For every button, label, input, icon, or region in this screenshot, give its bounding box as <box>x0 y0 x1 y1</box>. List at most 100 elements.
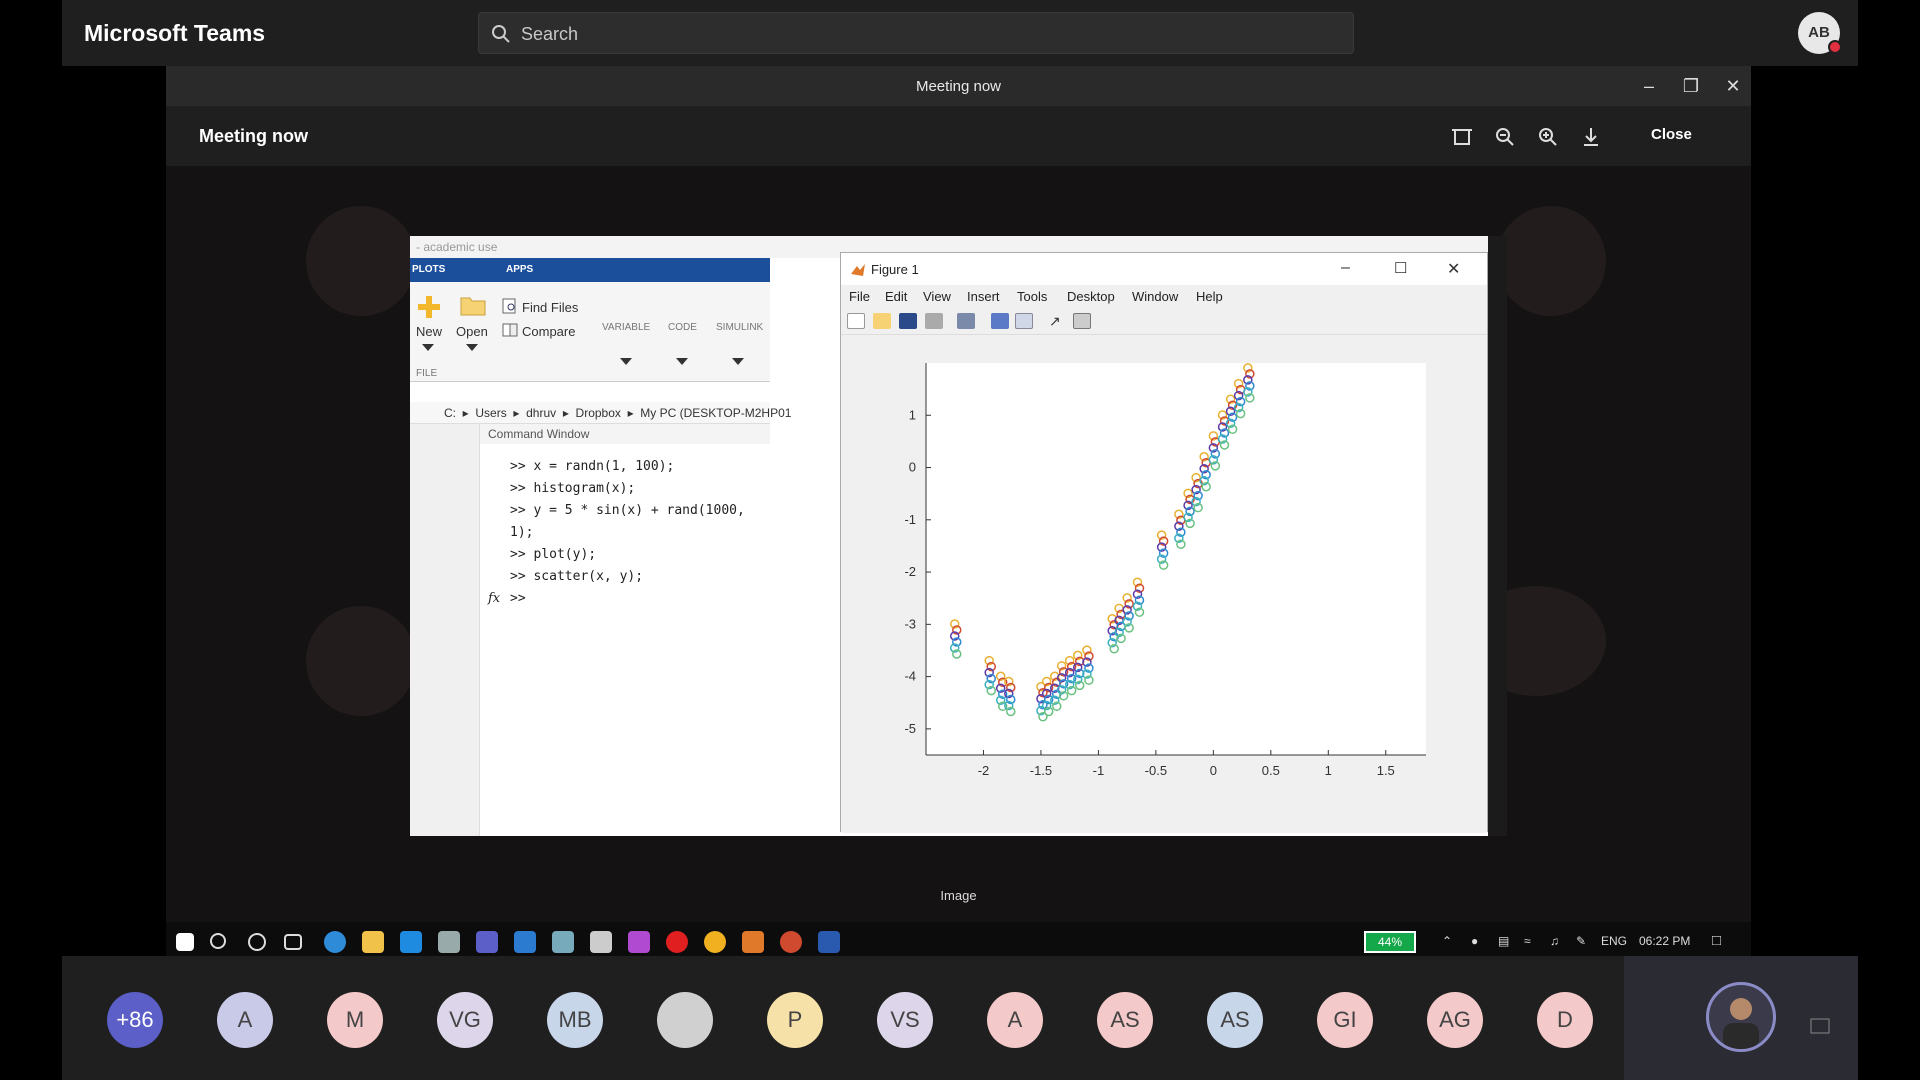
simulink-caret-icon[interactable] <box>732 358 744 365</box>
download-icon[interactable] <box>1578 124 1604 150</box>
onenote-icon[interactable] <box>628 931 650 953</box>
menu-file[interactable]: File <box>849 289 870 304</box>
participant-avatar[interactable]: A <box>987 992 1043 1048</box>
background-blur <box>306 206 416 316</box>
save-icon[interactable] <box>899 313 917 329</box>
menu-window[interactable]: Window <box>1132 289 1178 304</box>
app-icon[interactable] <box>438 931 460 953</box>
print-icon[interactable] <box>925 313 943 329</box>
menu-edit[interactable]: Edit <box>885 289 907 304</box>
window-close-button[interactable]: ✕ <box>1716 72 1750 100</box>
task-view-icon[interactable] <box>284 934 302 950</box>
scatter-chart[interactable]: -2 -1.5 -1 -0.5 0 0.5 1 1.5 1 0 -1 -2 -3 -4 -5 <box>841 335 1487 831</box>
notifications-icon[interactable]: □ <box>1712 932 1721 949</box>
windows-start-icon[interactable] <box>176 933 194 951</box>
path-mypc[interactable]: My PC (DESKTOP-M2HP01 <box>640 406 791 420</box>
chrome-icon[interactable] <box>780 931 802 953</box>
x-tick-label: 0 <box>1210 763 1217 778</box>
minimize-button[interactable]: – <box>1632 72 1666 100</box>
participant-avatar[interactable]: MB <box>547 992 603 1048</box>
open-button[interactable]: Open <box>456 324 488 339</box>
self-video-tile[interactable] <box>1624 956 1858 1080</box>
legend-icon[interactable] <box>1015 313 1033 329</box>
find-files-button[interactable]: Find Files <box>522 300 578 315</box>
network-icon[interactable]: ▤ <box>1498 934 1509 948</box>
figure-minimize-button[interactable]: – <box>1341 259 1350 277</box>
figure-maximize-button[interactable]: ☐ <box>1394 259 1407 277</box>
new-button[interactable]: New <box>416 324 442 339</box>
property-editor-icon[interactable] <box>1073 313 1091 329</box>
link-icon[interactable] <box>957 313 975 329</box>
menu-view[interactable]: View <box>923 289 951 304</box>
simulink-section[interactable]: SIMULINK <box>716 322 763 333</box>
menu-desktop[interactable]: Desktop <box>1067 289 1115 304</box>
battery-indicator[interactable]: 44% <box>1364 931 1416 953</box>
tray-overflow-icon[interactable]: ⌃ <box>1442 934 1452 948</box>
edge-icon[interactable] <box>324 931 346 953</box>
open-caret-icon[interactable] <box>466 344 478 351</box>
open-file-icon[interactable] <box>873 313 891 329</box>
figure-close-button[interactable]: ✕ <box>1447 259 1460 279</box>
cortana-icon[interactable] <box>248 933 266 951</box>
participant-avatar[interactable]: M <box>327 992 383 1048</box>
clock[interactable]: 06:22 PM <box>1639 934 1690 948</box>
pen-icon[interactable]: ✎ <box>1576 934 1586 948</box>
command-window[interactable]: >> x = randn(1, 100); >> histogram(x); >… <box>488 456 770 836</box>
menu-insert[interactable]: Insert <box>967 289 1000 304</box>
variable-caret-icon[interactable] <box>620 358 632 365</box>
participant-avatar[interactable]: AG <box>1427 992 1483 1048</box>
participant-avatar[interactable]: P <box>767 992 823 1048</box>
path-users[interactable]: Users <box>475 406 506 420</box>
participant-avatar[interactable]: GI <box>1317 992 1373 1048</box>
path-dhruv[interactable]: dhruv <box>526 406 556 420</box>
participant-avatar[interactable]: VS <box>877 992 933 1048</box>
mic-icon[interactable]: ● <box>1471 934 1478 948</box>
fit-icon[interactable] <box>1449 124 1475 150</box>
participant-avatar[interactable]: AS <box>1207 992 1263 1048</box>
pointer-icon[interactable]: ↗ <box>1049 313 1067 329</box>
new-figure-icon[interactable] <box>847 313 865 329</box>
opera-icon[interactable] <box>666 931 688 953</box>
vscode-icon[interactable] <box>514 931 536 953</box>
app-icon[interactable] <box>552 931 574 953</box>
path-dropbox[interactable]: Dropbox <box>576 406 621 420</box>
language-indicator[interactable]: ENG <box>1601 934 1627 948</box>
menu-tools[interactable]: Tools <box>1017 289 1047 304</box>
teams-taskbar-icon[interactable] <box>476 931 498 953</box>
wifi-icon[interactable]: ≈ <box>1524 934 1531 948</box>
file-explorer-icon[interactable] <box>362 931 384 953</box>
participant-avatar[interactable]: AS <box>1097 992 1153 1048</box>
path-root[interactable]: C: <box>444 406 456 420</box>
app-icon[interactable] <box>590 931 612 953</box>
command-prompt[interactable]: fx >> <box>488 588 770 610</box>
variable-section[interactable]: VARIABLE <box>602 322 650 333</box>
search-taskbar-icon[interactable] <box>210 933 226 949</box>
participant-avatar[interactable]: A <box>217 992 273 1048</box>
menu-help[interactable]: Help <box>1196 289 1223 304</box>
matlab-path-bar[interactable]: C: ▸ Users ▸ dhruv ▸ Dropbox ▸ My PC (DE… <box>410 402 791 424</box>
chrome-icon[interactable] <box>704 931 726 953</box>
close-button[interactable]: Close <box>1651 126 1692 143</box>
zoom-out-icon[interactable] <box>1492 124 1518 150</box>
compare-button[interactable]: Compare <box>522 324 575 339</box>
participant-avatar[interactable]: +86 <box>107 992 163 1048</box>
tab-apps[interactable]: APPS <box>506 264 533 275</box>
store-icon[interactable] <box>400 931 422 953</box>
zoom-in-icon[interactable] <box>1535 124 1561 150</box>
code-section[interactable]: CODE <box>668 322 697 333</box>
participant-avatar[interactable]: VG <box>437 992 493 1048</box>
video-icon[interactable] <box>1810 1018 1830 1034</box>
search-input[interactable]: Search <box>478 12 1354 54</box>
participant-avatar[interactable] <box>657 992 713 1048</box>
y-tick-label: -2 <box>904 564 916 579</box>
code-caret-icon[interactable] <box>676 358 688 365</box>
maximize-button[interactable]: ❐ <box>1674 72 1708 100</box>
app-icon[interactable] <box>818 931 840 953</box>
new-caret-icon[interactable] <box>422 344 434 351</box>
colorbar-icon[interactable] <box>991 313 1009 329</box>
tab-plots[interactable]: PLOTS <box>412 264 445 275</box>
participant-avatar[interactable]: D <box>1537 992 1593 1048</box>
user-avatar[interactable]: AB <box>1798 12 1842 54</box>
volume-icon[interactable]: ♫ <box>1550 934 1559 948</box>
matlab-taskbar-icon[interactable] <box>742 931 764 953</box>
